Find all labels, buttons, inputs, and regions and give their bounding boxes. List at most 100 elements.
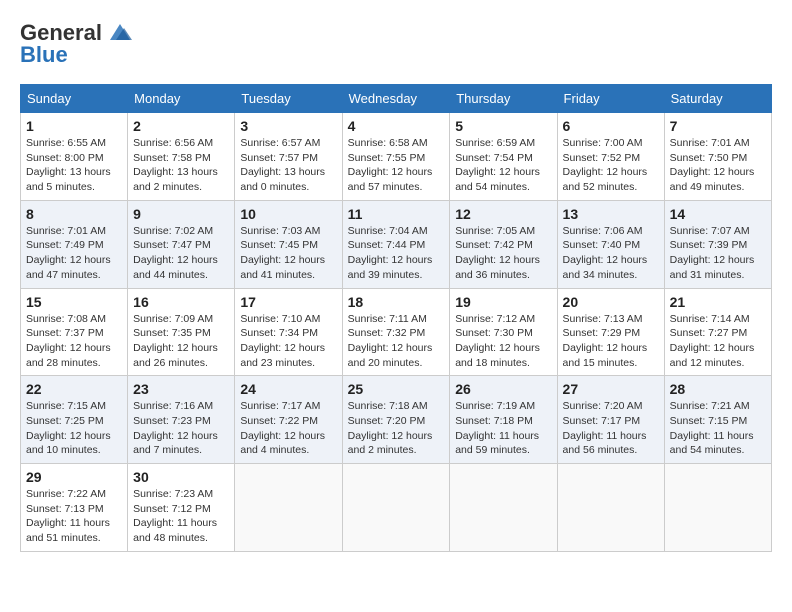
day-cell: 23 Sunrise: 7:16 AMSunset: 7:23 PMDaylig… [128,376,235,464]
day-number: 21 [670,294,766,310]
day-info: Sunrise: 7:17 AMSunset: 7:22 PMDaylight:… [240,399,336,458]
day-cell: 26 Sunrise: 7:19 AMSunset: 7:18 PMDaylig… [450,376,557,464]
day-info: Sunrise: 7:07 AMSunset: 7:39 PMDaylight:… [670,224,766,283]
day-cell: 6 Sunrise: 7:00 AMSunset: 7:52 PMDayligh… [557,113,664,201]
header-sunday: Sunday [21,85,128,113]
day-info: Sunrise: 7:05 AMSunset: 7:42 PMDaylight:… [455,224,551,283]
day-cell: 30 Sunrise: 7:23 AMSunset: 7:12 PMDaylig… [128,464,235,552]
day-info: Sunrise: 7:10 AMSunset: 7:34 PMDaylight:… [240,312,336,371]
day-cell: 25 Sunrise: 7:18 AMSunset: 7:20 PMDaylig… [342,376,450,464]
day-number: 15 [26,294,122,310]
day-info: Sunrise: 7:00 AMSunset: 7:52 PMDaylight:… [563,136,659,195]
day-info: Sunrise: 7:14 AMSunset: 7:27 PMDaylight:… [670,312,766,371]
day-number: 8 [26,206,122,222]
header-saturday: Saturday [664,85,771,113]
day-info: Sunrise: 6:58 AMSunset: 7:55 PMDaylight:… [348,136,445,195]
day-info: Sunrise: 7:20 AMSunset: 7:17 PMDaylight:… [563,399,659,458]
day-number: 20 [563,294,659,310]
logo: General Blue [20,20,134,68]
day-cell: 8 Sunrise: 7:01 AMSunset: 7:49 PMDayligh… [21,200,128,288]
day-info: Sunrise: 7:13 AMSunset: 7:29 PMDaylight:… [563,312,659,371]
day-number: 5 [455,118,551,134]
day-info: Sunrise: 7:06 AMSunset: 7:40 PMDaylight:… [563,224,659,283]
header-monday: Monday [128,85,235,113]
day-info: Sunrise: 7:03 AMSunset: 7:45 PMDaylight:… [240,224,336,283]
day-info: Sunrise: 7:02 AMSunset: 7:47 PMDaylight:… [133,224,229,283]
empty-cell [557,464,664,552]
header-row: SundayMondayTuesdayWednesdayThursdayFrid… [21,85,772,113]
day-number: 2 [133,118,229,134]
day-number: 30 [133,469,229,485]
day-info: Sunrise: 7:04 AMSunset: 7:44 PMDaylight:… [348,224,445,283]
day-number: 25 [348,381,445,397]
empty-cell [450,464,557,552]
day-cell: 10 Sunrise: 7:03 AMSunset: 7:45 PMDaylig… [235,200,342,288]
day-number: 12 [455,206,551,222]
day-number: 4 [348,118,445,134]
day-cell: 11 Sunrise: 7:04 AMSunset: 7:44 PMDaylig… [342,200,450,288]
day-number: 13 [563,206,659,222]
day-cell: 24 Sunrise: 7:17 AMSunset: 7:22 PMDaylig… [235,376,342,464]
day-info: Sunrise: 7:16 AMSunset: 7:23 PMDaylight:… [133,399,229,458]
day-cell: 5 Sunrise: 6:59 AMSunset: 7:54 PMDayligh… [450,113,557,201]
week-row: 1 Sunrise: 6:55 AMSunset: 8:00 PMDayligh… [21,113,772,201]
day-info: Sunrise: 7:21 AMSunset: 7:15 PMDaylight:… [670,399,766,458]
day-info: Sunrise: 6:59 AMSunset: 7:54 PMDaylight:… [455,136,551,195]
empty-cell [342,464,450,552]
day-info: Sunrise: 7:22 AMSunset: 7:13 PMDaylight:… [26,487,122,546]
day-cell: 14 Sunrise: 7:07 AMSunset: 7:39 PMDaylig… [664,200,771,288]
day-number: 11 [348,206,445,222]
day-cell: 7 Sunrise: 7:01 AMSunset: 7:50 PMDayligh… [664,113,771,201]
day-cell: 18 Sunrise: 7:11 AMSunset: 7:32 PMDaylig… [342,288,450,376]
week-row: 8 Sunrise: 7:01 AMSunset: 7:49 PMDayligh… [21,200,772,288]
day-info: Sunrise: 6:55 AMSunset: 8:00 PMDaylight:… [26,136,122,195]
day-cell: 2 Sunrise: 6:56 AMSunset: 7:58 PMDayligh… [128,113,235,201]
header-thursday: Thursday [450,85,557,113]
day-cell: 3 Sunrise: 6:57 AMSunset: 7:57 PMDayligh… [235,113,342,201]
day-cell: 19 Sunrise: 7:12 AMSunset: 7:30 PMDaylig… [450,288,557,376]
day-cell: 17 Sunrise: 7:10 AMSunset: 7:34 PMDaylig… [235,288,342,376]
day-number: 26 [455,381,551,397]
logo-icon [106,22,134,44]
header-wednesday: Wednesday [342,85,450,113]
day-number: 14 [670,206,766,222]
day-number: 7 [670,118,766,134]
day-cell: 16 Sunrise: 7:09 AMSunset: 7:35 PMDaylig… [128,288,235,376]
day-cell: 22 Sunrise: 7:15 AMSunset: 7:25 PMDaylig… [21,376,128,464]
day-number: 10 [240,206,336,222]
day-cell: 28 Sunrise: 7:21 AMSunset: 7:15 PMDaylig… [664,376,771,464]
day-info: Sunrise: 7:15 AMSunset: 7:25 PMDaylight:… [26,399,122,458]
day-cell: 21 Sunrise: 7:14 AMSunset: 7:27 PMDaylig… [664,288,771,376]
day-cell: 27 Sunrise: 7:20 AMSunset: 7:17 PMDaylig… [557,376,664,464]
day-info: Sunrise: 7:01 AMSunset: 7:49 PMDaylight:… [26,224,122,283]
day-number: 29 [26,469,122,485]
logo-blue: Blue [20,42,68,68]
empty-cell [664,464,771,552]
week-row: 22 Sunrise: 7:15 AMSunset: 7:25 PMDaylig… [21,376,772,464]
day-number: 9 [133,206,229,222]
day-info: Sunrise: 7:19 AMSunset: 7:18 PMDaylight:… [455,399,551,458]
day-number: 16 [133,294,229,310]
day-number: 3 [240,118,336,134]
day-cell: 15 Sunrise: 7:08 AMSunset: 7:37 PMDaylig… [21,288,128,376]
day-info: Sunrise: 7:11 AMSunset: 7:32 PMDaylight:… [348,312,445,371]
day-number: 6 [563,118,659,134]
header-friday: Friday [557,85,664,113]
day-number: 23 [133,381,229,397]
day-number: 24 [240,381,336,397]
page-header: General Blue [20,20,772,68]
day-info: Sunrise: 6:57 AMSunset: 7:57 PMDaylight:… [240,136,336,195]
day-number: 28 [670,381,766,397]
day-number: 27 [563,381,659,397]
day-cell: 4 Sunrise: 6:58 AMSunset: 7:55 PMDayligh… [342,113,450,201]
day-number: 1 [26,118,122,134]
day-number: 18 [348,294,445,310]
day-cell: 9 Sunrise: 7:02 AMSunset: 7:47 PMDayligh… [128,200,235,288]
day-number: 19 [455,294,551,310]
day-info: Sunrise: 7:09 AMSunset: 7:35 PMDaylight:… [133,312,229,371]
day-info: Sunrise: 6:56 AMSunset: 7:58 PMDaylight:… [133,136,229,195]
week-row: 29 Sunrise: 7:22 AMSunset: 7:13 PMDaylig… [21,464,772,552]
day-number: 22 [26,381,122,397]
empty-cell [235,464,342,552]
day-cell: 29 Sunrise: 7:22 AMSunset: 7:13 PMDaylig… [21,464,128,552]
